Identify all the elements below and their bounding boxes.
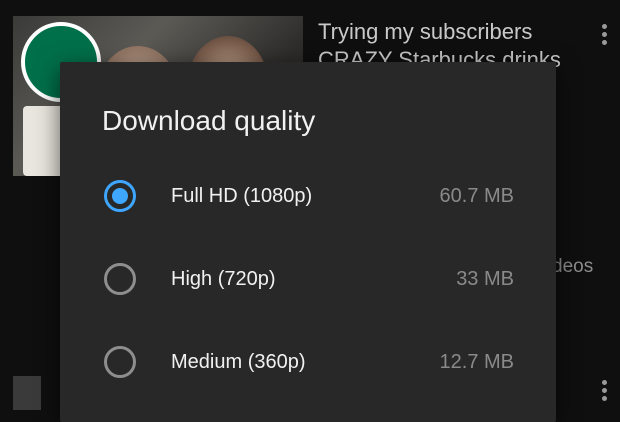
- quality-option-1080p[interactable]: Full HD (1080p) 60.7 MB: [60, 164, 556, 232]
- video-thumbnail[interactable]: [13, 376, 41, 410]
- radio-selected-icon[interactable]: [104, 180, 136, 212]
- quality-option-label: Full HD (1080p): [171, 185, 313, 207]
- dialog-title: Download quality: [102, 105, 316, 136]
- quality-option-label: High (720p): [171, 268, 276, 290]
- feed-partial-text: deos: [552, 256, 594, 277]
- quality-option-720p[interactable]: High (720p) 33 MB: [60, 247, 556, 315]
- video-title-line1: Trying my subscribers: [318, 19, 533, 44]
- quality-option-label: Medium (360p): [171, 351, 306, 373]
- radio-unselected-icon[interactable]: [104, 346, 136, 378]
- more-options-icon[interactable]: [602, 380, 608, 404]
- download-quality-dialog: Download quality Full HD (1080p) 60.7 MB…: [60, 62, 556, 422]
- quality-option-360p[interactable]: Medium (360p) 12.7 MB: [60, 330, 556, 398]
- quality-option-size: 12.7 MB: [439, 351, 514, 373]
- quality-option-size: 60.7 MB: [439, 185, 514, 207]
- quality-option-size: 33 MB: [456, 268, 514, 290]
- radio-unselected-icon[interactable]: [104, 263, 136, 295]
- more-options-icon[interactable]: [602, 24, 608, 48]
